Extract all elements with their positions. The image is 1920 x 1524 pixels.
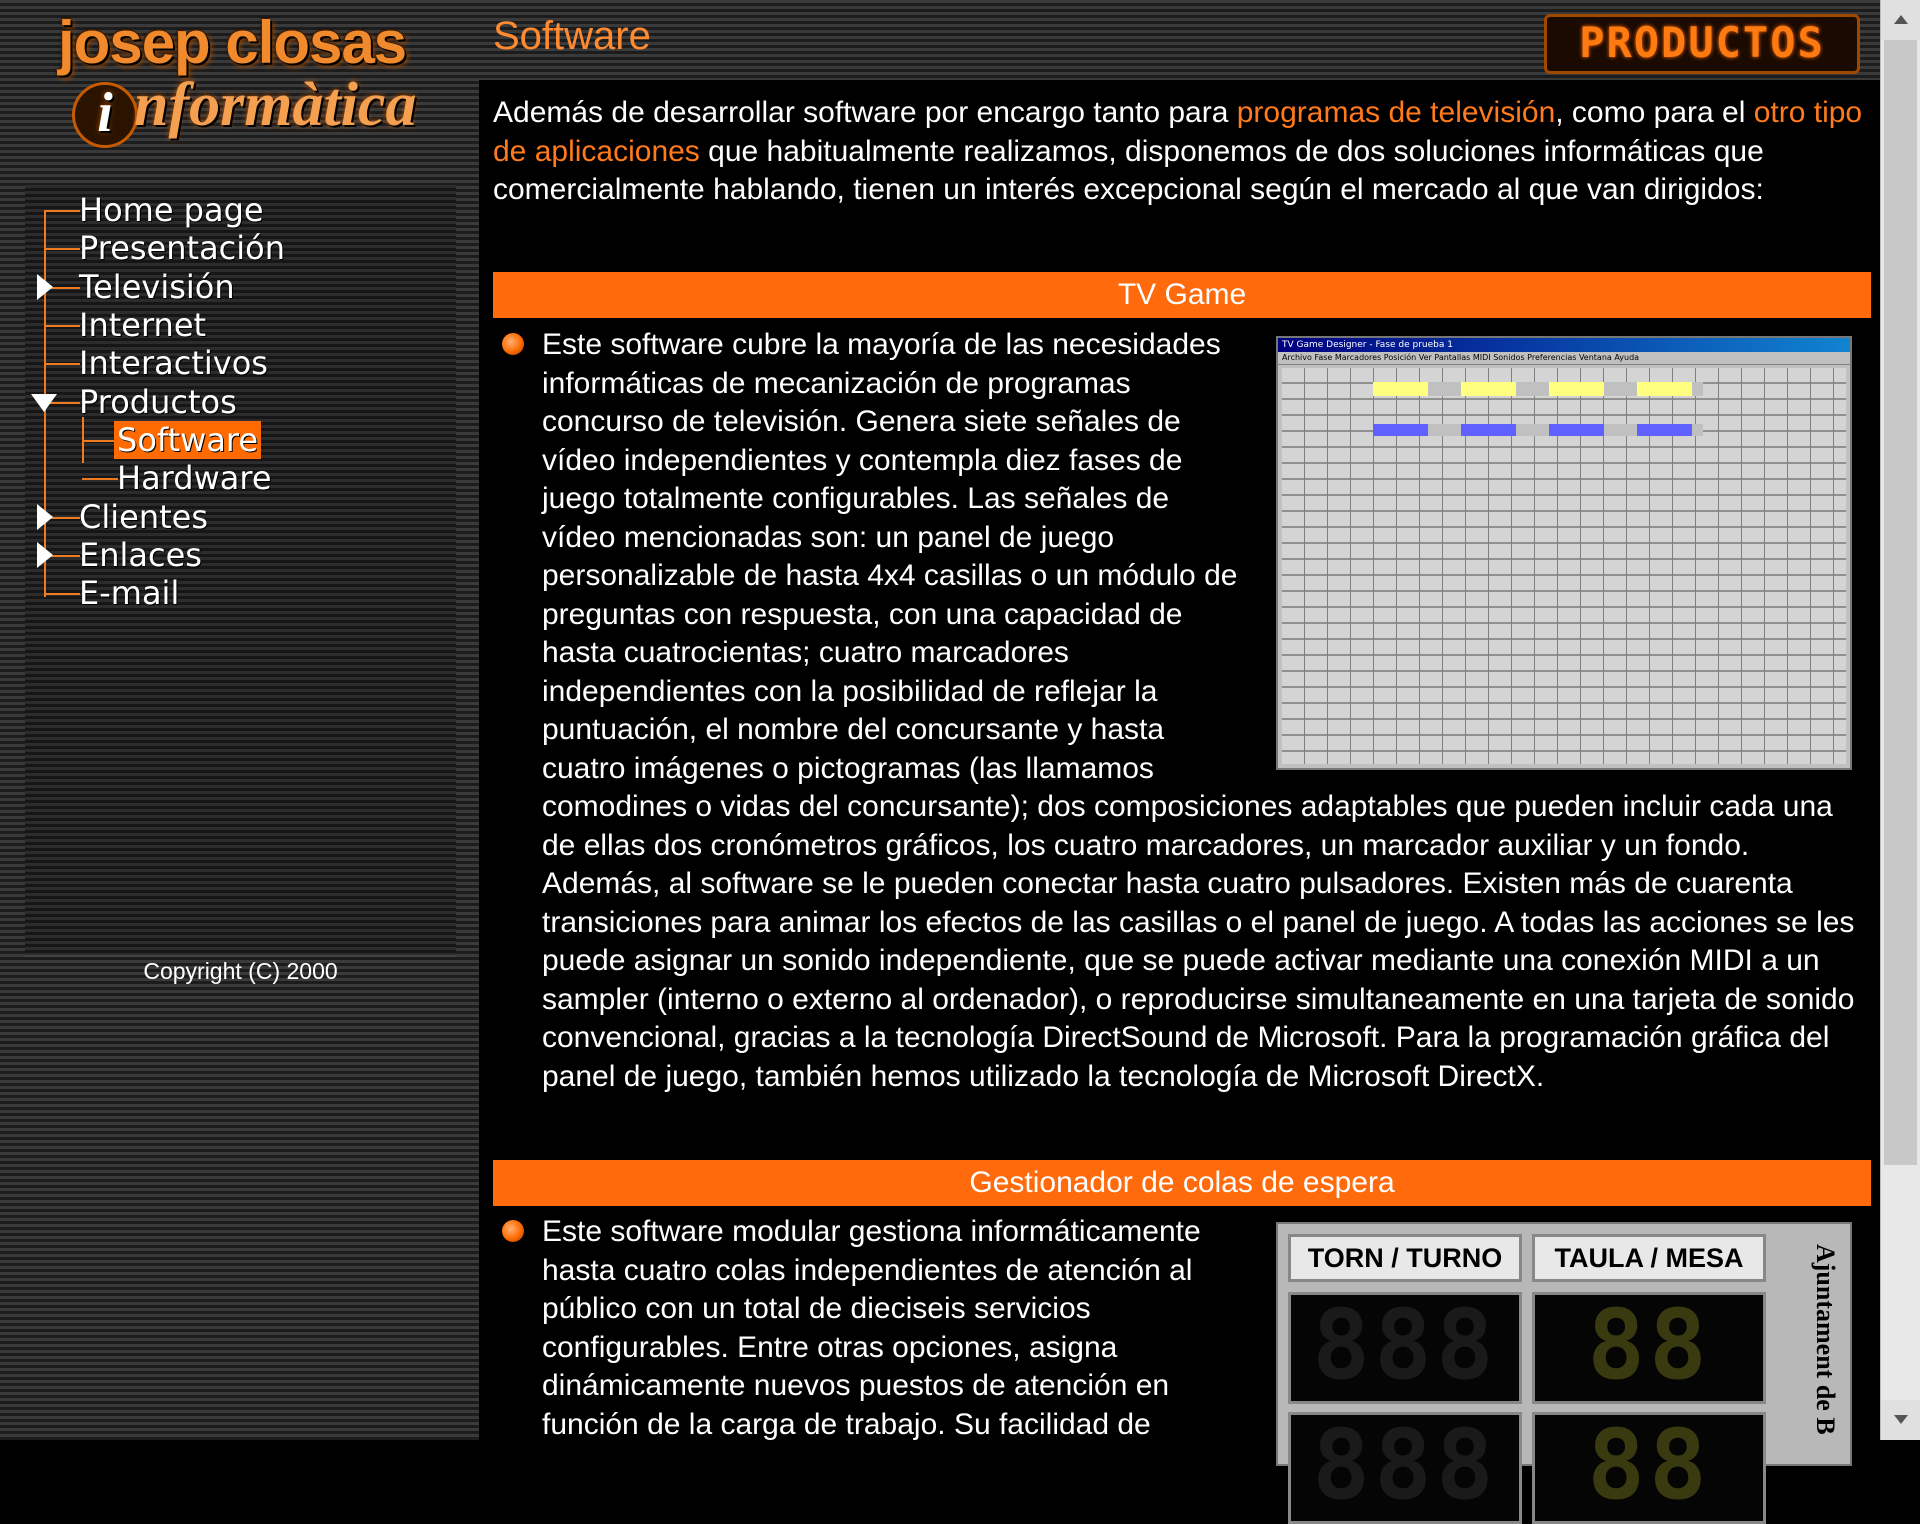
nav-item-label: Home page — [79, 191, 264, 229]
intro-text: Además de desarrollar software por encar… — [493, 96, 1237, 129]
logo-i-circle: i — [72, 82, 138, 148]
nav-item-interactivos[interactable]: Interactivos — [76, 344, 271, 382]
nav-item-television[interactable]: Televisión — [76, 268, 238, 306]
nav-item-enlaces[interactable]: Enlaces — [76, 536, 205, 574]
main-content: Software PRODUCTOS Además de desarrollar… — [479, 0, 1880, 1524]
nav-item-label: Televisión — [79, 268, 235, 306]
nav-panel: Home page Presentación Televisión Intern… — [25, 185, 456, 957]
tree-line — [82, 478, 118, 480]
nav-item-label: Interactivos — [79, 344, 268, 382]
expand-arrow-down-icon[interactable] — [31, 394, 57, 412]
table-display: 88 — [1532, 1292, 1766, 1404]
nav-item-label: Presentación — [79, 229, 286, 267]
tv-programs-link[interactable]: programas de televisión — [1237, 96, 1556, 129]
turn-label: TORN / TURNO — [1288, 1234, 1522, 1282]
section-badge: PRODUCTOS — [1544, 14, 1860, 74]
title-bar: Software PRODUCTOS — [479, 0, 1880, 80]
scroll-up-arrow-icon[interactable] — [1881, 0, 1920, 40]
copyright-text: Copyright (C) 2000 — [143, 958, 338, 984]
table-display-2: 88 — [1532, 1412, 1766, 1524]
turn-display-2: 888 — [1288, 1412, 1522, 1524]
nav-item-label: Enlaces — [79, 536, 202, 574]
nav-tree: Home page Presentación Televisión Intern… — [25, 185, 456, 625]
nav-item-clientes[interactable]: Clientes — [76, 498, 211, 536]
nav-item-presentacion[interactable]: Presentación — [76, 229, 288, 267]
nav-item-label: Internet — [79, 306, 207, 344]
tv-game-description: Este software cubre la mayoría de las ne… — [542, 326, 1867, 1096]
section-header-queue-manager: Gestionador de colas de espera — [493, 1160, 1871, 1206]
vertical-scrollbar[interactable] — [1880, 0, 1920, 1440]
nav-item-productos[interactable]: Productos — [76, 383, 240, 421]
nav-item-hardware[interactable]: Hardware — [114, 459, 275, 497]
nav-item-label: E-mail — [79, 574, 180, 612]
bullet-icon — [502, 333, 524, 355]
tree-line — [44, 248, 80, 250]
queue-manager-text: Este software modular gestiona informáti… — [542, 1215, 1201, 1441]
queue-manager-description: Este software modular gestiona informáti… — [542, 1213, 1242, 1444]
logo-line1: josep closas — [58, 9, 407, 76]
expand-arrow-right-icon[interactable] — [37, 504, 53, 530]
site-logo[interactable]: josep closas i nformàtica — [50, 8, 440, 148]
expand-arrow-right-icon[interactable] — [37, 274, 53, 300]
queue-manager-screenshot: TORN / TURNO TAULA / MESA 888 88 888 88 … — [1276, 1222, 1852, 1524]
intro-paragraph: Además de desarrollar software por encar… — [493, 94, 1863, 210]
sidebar: josep closas i nformàtica Home page Prese… — [0, 0, 479, 1440]
scroll-down-arrow-icon[interactable] — [1881, 1400, 1920, 1440]
tree-line — [44, 325, 80, 327]
nav-item-email[interactable]: E-mail — [76, 574, 182, 612]
nav-item-label: Clientes — [79, 498, 208, 536]
turn-display: 888 — [1288, 1292, 1522, 1404]
logo-line2-text: nformàtica — [134, 71, 417, 139]
side-caption: Ajuntament de B — [1811, 1244, 1840, 1435]
page-title: Software — [493, 14, 651, 58]
float-spacer — [1249, 326, 1867, 764]
bullet-icon — [502, 1220, 524, 1242]
nav-item-label: Hardware — [117, 459, 272, 497]
tree-line — [44, 210, 80, 212]
nav-item-internet[interactable]: Internet — [76, 306, 209, 344]
nav-item-software[interactable]: Software — [114, 421, 262, 459]
tree-line — [44, 363, 80, 365]
nav-item-home[interactable]: Home page — [76, 191, 267, 229]
expand-arrow-right-icon[interactable] — [37, 542, 53, 568]
tree-line — [44, 593, 80, 595]
scroll-thumb[interactable] — [1884, 40, 1917, 1165]
intro-text: , como para el — [1555, 96, 1754, 129]
nav-item-label: Software — [114, 421, 262, 459]
table-label: TAULA / MESA — [1532, 1234, 1766, 1282]
section-header-tv-game: TV Game — [493, 272, 1871, 318]
tree-line — [82, 440, 118, 442]
logo-line2: i nformàtica — [72, 70, 416, 148]
nav-item-label: Productos — [79, 383, 237, 421]
